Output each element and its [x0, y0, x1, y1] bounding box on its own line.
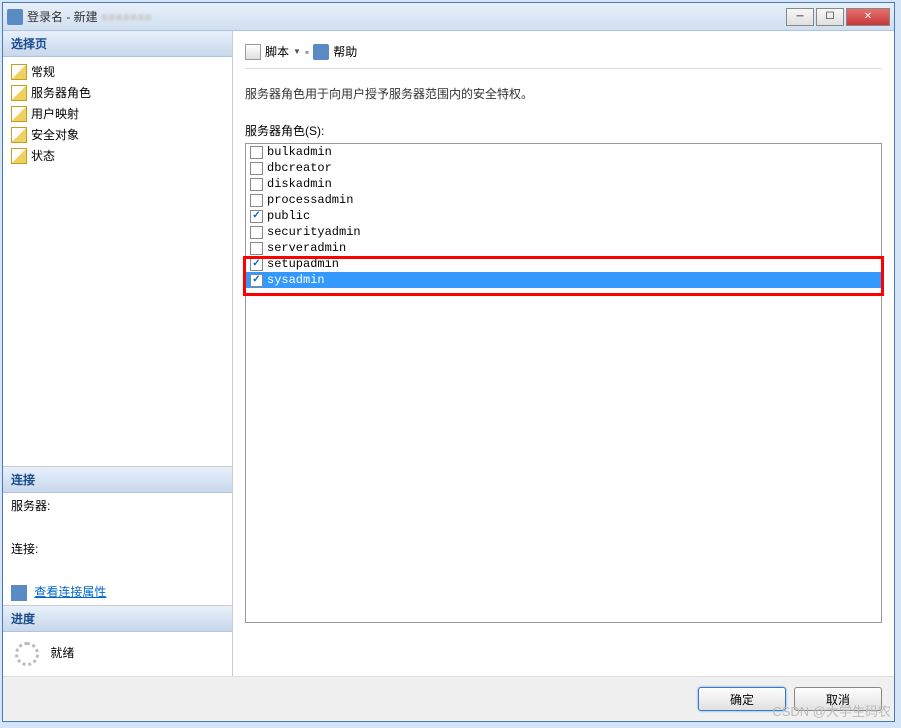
nav-item-0[interactable]: 常规 [3, 61, 232, 82]
role-label: setupadmin [267, 257, 339, 271]
role-label: public [267, 209, 310, 223]
nav-panel: 选择页 常规服务器角色用户映射安全对象状态 连接 服务器: 连接: 查看连接属性… [3, 31, 233, 676]
help-button[interactable]: 帮助 [333, 43, 357, 60]
role-checkbox[interactable] [250, 162, 263, 175]
role-item-securityadmin[interactable]: securityadmin [246, 224, 881, 240]
close-button[interactable]: ✕ [846, 8, 890, 26]
connection-section: 连接 服务器: 连接: 查看连接属性 [3, 466, 232, 605]
view-props-link[interactable]: 查看连接属性 [34, 585, 106, 599]
nav-item-1[interactable]: 服务器角色 [3, 82, 232, 103]
role-checkbox[interactable] [250, 178, 263, 191]
toolbar-separator: ▪ [305, 45, 309, 59]
server-roles-list[interactable]: bulkadmin dbcreator diskadmin processadmin p… [245, 143, 882, 623]
role-label: bulkadmin [267, 145, 332, 159]
dialog-window: 登录名 - 新建 ■■■■■■■ ─ ☐ ✕ 选择页 常规服务器角色用户映射安全… [2, 2, 895, 722]
role-item-sysadmin[interactable]: sysadmin [246, 272, 881, 288]
role-label: serveradmin [267, 241, 346, 255]
content-area: 选择页 常规服务器角色用户映射安全对象状态 连接 服务器: 连接: 查看连接属性… [3, 31, 894, 676]
role-label: securityadmin [267, 225, 361, 239]
nav-item-2[interactable]: 用户映射 [3, 103, 232, 124]
help-icon [313, 44, 329, 60]
button-bar: 确定 取消 [3, 676, 894, 721]
progress-status-row: 就绪 [3, 632, 232, 676]
title-obscured: ■■■■■■■ [101, 10, 152, 24]
role-item-diskadmin[interactable]: diskadmin [246, 176, 881, 192]
nav-header-progress: 进度 [3, 606, 232, 632]
page-icon [11, 106, 27, 122]
nav-item-label: 安全对象 [31, 126, 79, 143]
script-icon [245, 44, 261, 60]
role-checkbox[interactable] [250, 242, 263, 255]
nav-pages: 常规服务器角色用户映射安全对象状态 [3, 57, 232, 170]
connection-value [3, 561, 232, 579]
window-title: 登录名 - 新建 ■■■■■■■ [27, 8, 786, 25]
role-item-public[interactable]: public [246, 208, 881, 224]
role-checkbox[interactable] [250, 146, 263, 159]
nav-item-label: 用户映射 [31, 105, 79, 122]
window-controls: ─ ☐ ✕ [786, 8, 890, 26]
server-label: 服务器: [3, 493, 232, 518]
nav-item-4[interactable]: 状态 [3, 145, 232, 166]
role-label: processadmin [267, 193, 353, 207]
view-connection-props[interactable]: 查看连接属性 [3, 579, 232, 605]
nav-header-select: 选择页 [3, 31, 232, 57]
minimize-button[interactable]: ─ [786, 8, 814, 26]
script-button[interactable]: 脚本 [265, 43, 289, 60]
role-checkbox[interactable] [250, 226, 263, 239]
app-icon [7, 9, 23, 25]
nav-item-3[interactable]: 安全对象 [3, 124, 232, 145]
role-item-processadmin[interactable]: processadmin [246, 192, 881, 208]
role-item-setupadmin[interactable]: setupadmin [246, 256, 881, 272]
page-icon [11, 85, 27, 101]
progress-status: 就绪 [50, 646, 74, 660]
roles-label: 服务器角色(S): [245, 118, 882, 143]
title-text: 登录名 - 新建 [27, 10, 98, 24]
progress-section: 进度 就绪 [3, 605, 232, 676]
cancel-button[interactable]: 取消 [794, 687, 882, 711]
role-checkbox[interactable] [250, 210, 263, 223]
connection-label: 连接: [3, 536, 232, 561]
role-checkbox[interactable] [250, 194, 263, 207]
nav-header-connection: 连接 [3, 467, 232, 493]
description-text: 服务器角色用于向用户授予服务器范围内的安全特权。 [245, 81, 882, 118]
progress-spinner-icon [15, 642, 39, 666]
ok-button[interactable]: 确定 [698, 687, 786, 711]
nav-item-label: 服务器角色 [31, 84, 91, 101]
role-label: sysadmin [267, 273, 325, 287]
main-panel: 脚本 ▼ ▪ 帮助 服务器角色用于向用户授予服务器范围内的安全特权。 服务器角色… [233, 31, 894, 676]
toolbar: 脚本 ▼ ▪ 帮助 [245, 39, 882, 69]
page-icon [11, 64, 27, 80]
role-checkbox[interactable] [250, 258, 263, 271]
role-item-dbcreator[interactable]: dbcreator [246, 160, 881, 176]
server-value [3, 518, 232, 536]
nav-item-label: 状态 [31, 147, 55, 164]
maximize-button[interactable]: ☐ [816, 8, 844, 26]
role-item-serveradmin[interactable]: serveradmin [246, 240, 881, 256]
role-label: diskadmin [267, 177, 332, 191]
role-item-bulkadmin[interactable]: bulkadmin [246, 144, 881, 160]
role-label: dbcreator [267, 161, 332, 175]
page-icon [11, 127, 27, 143]
script-dropdown-icon[interactable]: ▼ [293, 47, 301, 56]
connection-icon [11, 585, 27, 601]
titlebar[interactable]: 登录名 - 新建 ■■■■■■■ ─ ☐ ✕ [3, 3, 894, 31]
page-icon [11, 148, 27, 164]
role-checkbox[interactable] [250, 274, 263, 287]
nav-item-label: 常规 [31, 63, 55, 80]
